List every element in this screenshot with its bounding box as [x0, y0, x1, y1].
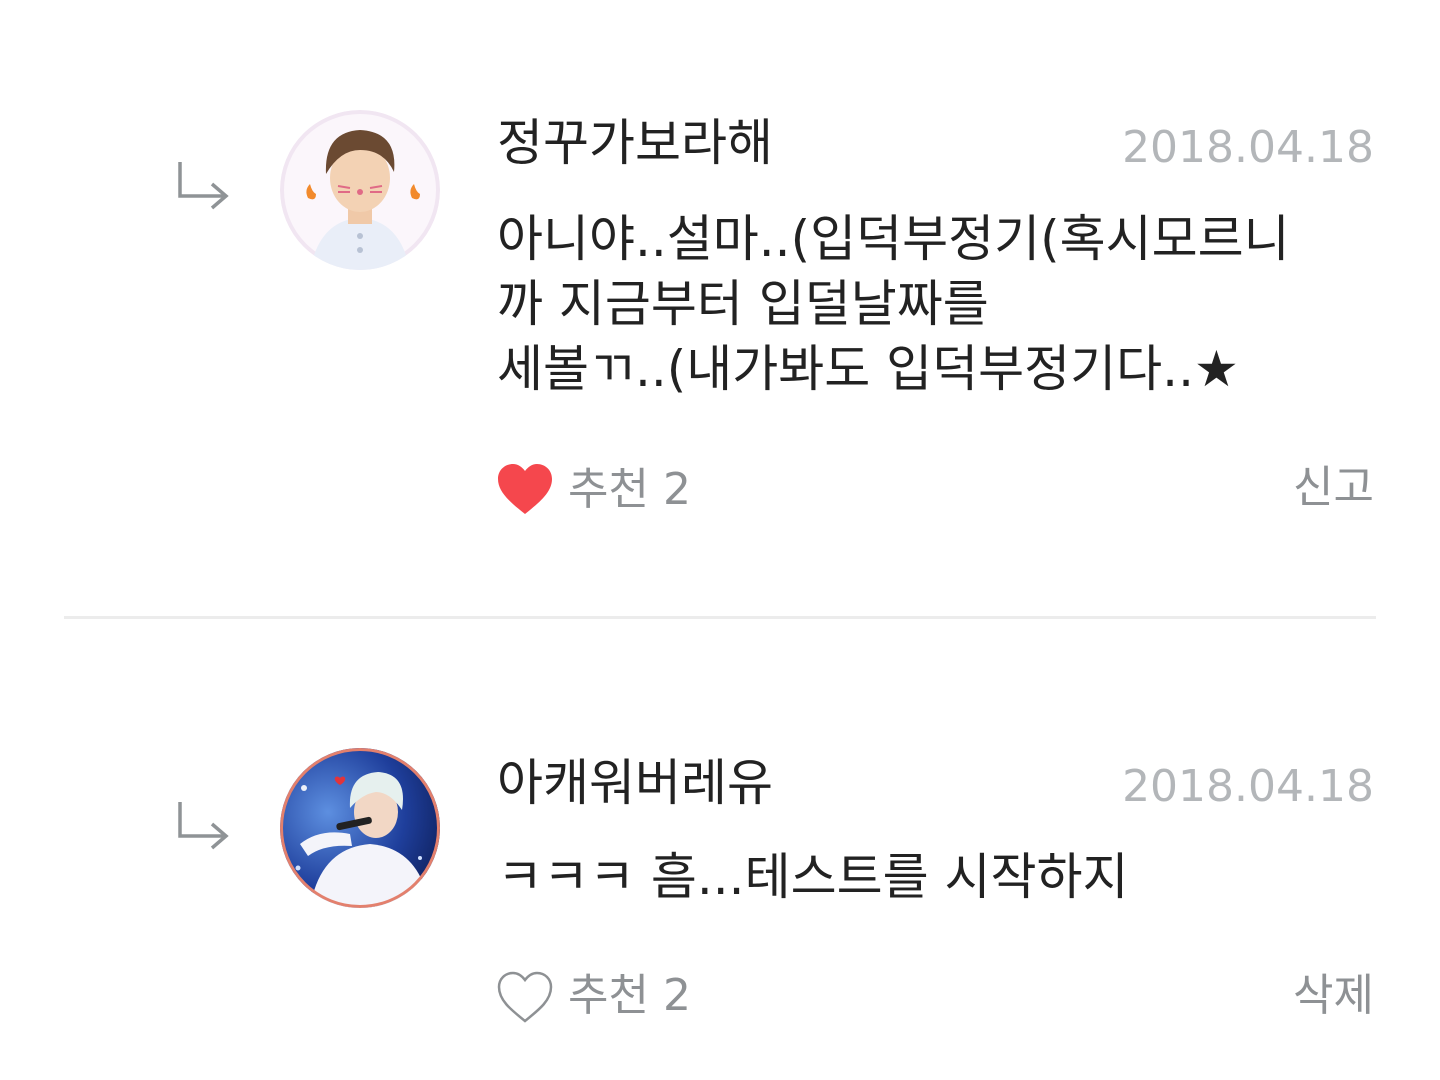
comment-item: 정꾸가보라해 2018.04.18 아니야..설마..(입덕부정기(혹시모르니 …: [0, 0, 1440, 618]
comment-date: 2018.04.18: [1122, 122, 1374, 173]
divider: [64, 616, 1376, 619]
delete-button[interactable]: 삭제: [1293, 966, 1374, 1026]
username[interactable]: 정꾸가보라해: [497, 113, 773, 173]
reply-arrow-icon: [178, 802, 229, 850]
avatar[interactable]: [280, 110, 440, 270]
username[interactable]: 아캐워버레유: [497, 753, 773, 813]
comment-body-line: ㅋㅋㅋ 흠...테스트를 시작하지: [497, 848, 1129, 906]
comment-date: 2018.04.18: [1122, 761, 1374, 812]
recommend-count[interactable]: 추천 2: [568, 966, 691, 1026]
avatar[interactable]: [280, 748, 440, 908]
heart-filled-icon[interactable]: [496, 462, 554, 516]
comment-body-line: 세볼ㄲ..(내가봐도 입덕부정기다..★: [497, 340, 1239, 398]
avatar-ring: [280, 748, 440, 908]
comment-body: ㅋㅋㅋ 흠...테스트를 시작하지: [497, 845, 1377, 910]
comment-body-line: 아니야..설마..(입덕부정기(혹시모르니: [497, 210, 1290, 268]
reply-arrow-icon: [178, 162, 229, 210]
report-button[interactable]: 신고: [1293, 458, 1374, 518]
comment-item: 아캐워버레유 2018.04.18 ㅋㅋㅋ 흠...테스트를 시작하지 추천 2…: [0, 620, 1440, 1080]
comment-body: 아니야..설마..(입덕부정기(혹시모르니 까 지금부터 입덜날짜를 세볼ㄲ..…: [497, 207, 1377, 402]
recommend-count[interactable]: 추천 2: [568, 460, 691, 520]
heart-outline-icon[interactable]: [496, 970, 554, 1024]
comment-body-line: 까 지금부터 입덜날짜를: [497, 275, 989, 333]
